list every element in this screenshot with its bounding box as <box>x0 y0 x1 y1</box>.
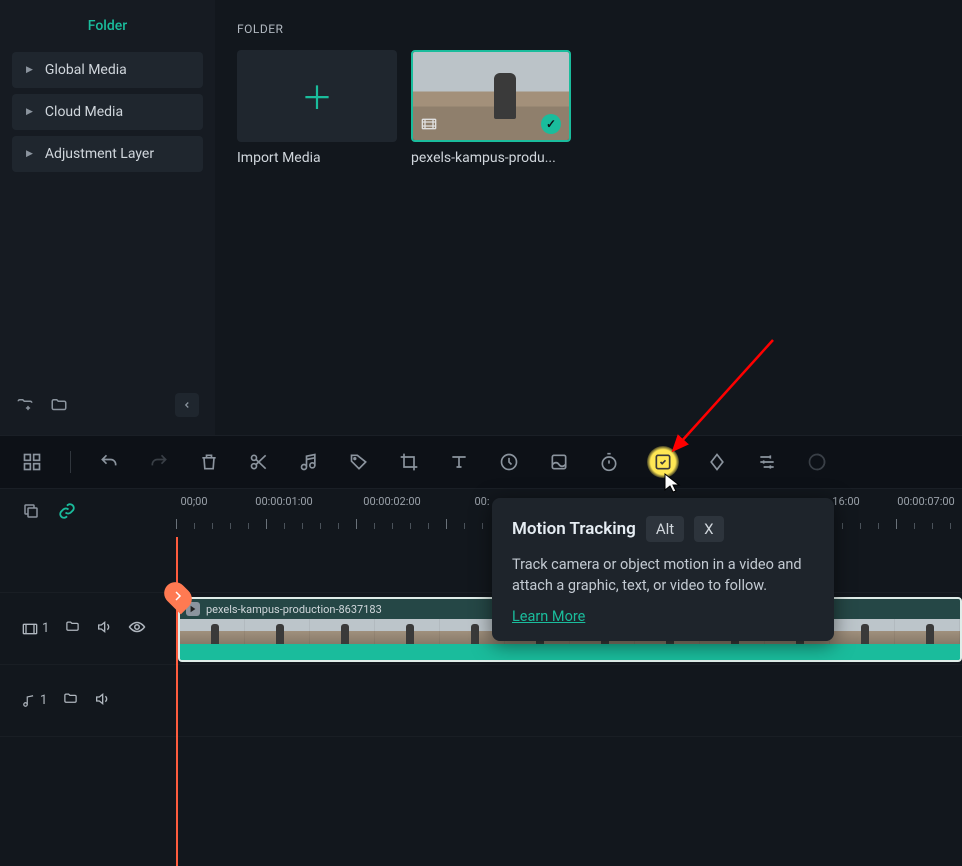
link-icon[interactable] <box>58 502 76 524</box>
chevron-right-icon: ▶ <box>26 149 33 159</box>
import-media-card[interactable]: ＋ Import Media <box>237 50 397 166</box>
folder-icon[interactable] <box>63 691 78 710</box>
audio-track-icon: 1 <box>22 693 47 708</box>
media-clip-card[interactable]: ✓ pexels-kampus-produ... <box>411 50 571 166</box>
shortcut-key: X <box>694 516 723 542</box>
plus-icon: ＋ <box>301 73 333 119</box>
media-panel: FOLDER ＋ Import Media ✓ pexels-kampus-pr… <box>215 0 962 435</box>
timestamp: 00:00:01:00 <box>255 495 312 508</box>
chevron-right-icon: ▶ <box>26 107 33 117</box>
text-icon[interactable] <box>447 450 471 474</box>
timestamp: 16:00 <box>832 495 859 508</box>
audio-track-head: 1 <box>0 691 176 711</box>
new-folder-icon[interactable] <box>16 396 34 414</box>
timestamp: 00: <box>474 495 489 508</box>
folder-icon[interactable] <box>50 396 68 414</box>
motion-tracking-tooltip: Motion Tracking Alt X Track camera or ob… <box>492 498 834 641</box>
timeline-toolbar <box>0 435 962 489</box>
timestamp: 00:00:07:00 <box>897 495 954 508</box>
sidebar-item-label: Adjustment Layer <box>45 146 154 162</box>
keyframe-icon[interactable] <box>705 450 729 474</box>
speed-icon[interactable] <box>497 450 521 474</box>
video-track-head: 1 <box>0 619 176 639</box>
sidebar-title: Folder <box>12 10 203 52</box>
scissors-icon[interactable] <box>247 450 271 474</box>
color-icon[interactable] <box>547 450 571 474</box>
crop-icon[interactable] <box>397 450 421 474</box>
tooltip-title: Motion Tracking <box>512 519 636 539</box>
filmstrip-icon <box>421 118 437 134</box>
effects-icon[interactable] <box>805 450 829 474</box>
clip-audio-wave <box>180 644 960 660</box>
separator <box>70 451 71 473</box>
tooltip-description: Track camera or object motion in a video… <box>512 554 814 596</box>
sidebar-item-adjustment-layer[interactable]: ▶ Adjustment Layer <box>12 136 203 172</box>
sidebar-item-label: Global Media <box>45 62 127 78</box>
tag-icon[interactable] <box>347 450 371 474</box>
track-number: 1 <box>40 693 47 708</box>
folder-icon[interactable] <box>65 619 80 638</box>
check-icon: ✓ <box>541 114 561 134</box>
undo-icon[interactable] <box>97 450 121 474</box>
redo-icon[interactable] <box>147 450 171 474</box>
import-media-label: Import Media <box>237 150 397 166</box>
motion-tracking-icon[interactable] <box>647 446 679 478</box>
clip-name-label: pexels-kampus-produ... <box>411 150 571 166</box>
section-label: FOLDER <box>237 22 940 36</box>
shortcut-key: Alt <box>646 516 684 542</box>
speaker-icon[interactable] <box>94 691 110 711</box>
chevron-right-icon: ▶ <box>26 65 33 75</box>
duplicate-icon[interactable] <box>22 502 40 524</box>
stopwatch-icon[interactable] <box>597 450 621 474</box>
speaker-icon[interactable] <box>96 619 112 639</box>
clip-label: pexels-kampus-production-8637183 <box>206 603 382 616</box>
music-note-icon[interactable] <box>297 450 321 474</box>
learn-more-link[interactable]: Learn More <box>512 608 585 625</box>
audio-track: 1 <box>0 665 962 737</box>
video-track-icon: 1 <box>22 621 49 636</box>
adjust-icon[interactable] <box>755 450 779 474</box>
track-number: 1 <box>42 621 49 636</box>
collapse-sidebar-button[interactable] <box>175 393 199 417</box>
sidebar-item-cloud-media[interactable]: ▶ Cloud Media <box>12 94 203 130</box>
delete-icon[interactable] <box>197 450 221 474</box>
timestamp: 00:00:02:00 <box>363 495 420 508</box>
timestamp: 00;00 <box>180 495 207 508</box>
sidebar-item-global-media[interactable]: ▶ Global Media <box>12 52 203 88</box>
grid-icon[interactable] <box>20 450 44 474</box>
sidebar-item-label: Cloud Media <box>45 104 123 120</box>
sidebar-footer <box>12 385 203 425</box>
sidebar: Folder ▶ Global Media ▶ Cloud Media ▶ Ad… <box>0 0 215 435</box>
eye-icon[interactable] <box>128 620 146 638</box>
